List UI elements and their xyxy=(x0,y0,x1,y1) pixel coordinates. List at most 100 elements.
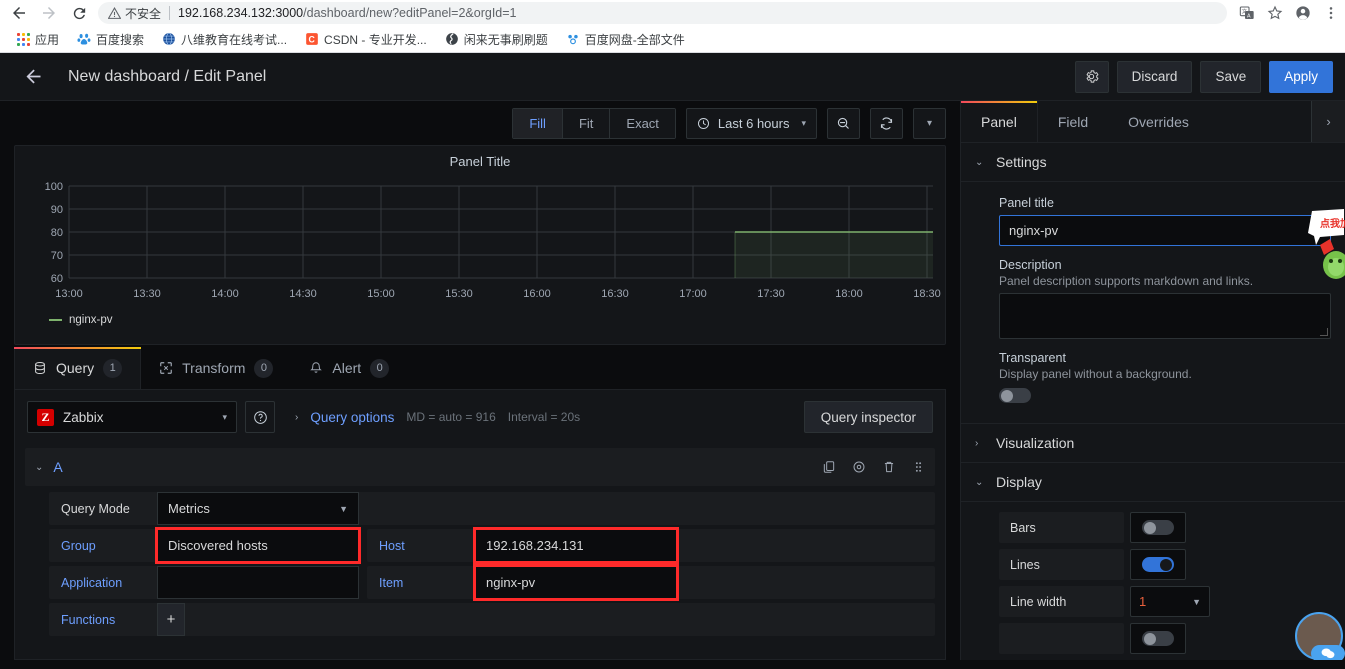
bookmark-apps[interactable]: 应用 xyxy=(8,28,68,50)
group-input[interactable]: Discovered hosts xyxy=(155,527,361,564)
tab-overrides[interactable]: Overrides xyxy=(1108,101,1209,142)
line-width-value: 1 xyxy=(1139,594,1147,609)
legend-series-name[interactable]: nginx-pv xyxy=(69,314,112,326)
line-width-select[interactable]: 1 ▼ xyxy=(1130,586,1210,617)
panel-settings-button[interactable] xyxy=(1074,60,1109,93)
panel-preview-title: Panel Title xyxy=(449,154,511,169)
query-options-row[interactable]: › Query options MD = auto = 916 Interval… xyxy=(285,401,796,433)
settings-body: Panel title nginx-pv Description Panel d… xyxy=(961,182,1345,409)
star-icon[interactable] xyxy=(1267,5,1283,21)
panel-title-input[interactable]: nginx-pv xyxy=(999,215,1331,246)
next-toggle[interactable] xyxy=(1142,631,1174,646)
question-circle-icon xyxy=(253,410,267,424)
transform-icon xyxy=(160,362,172,374)
discard-button[interactable]: Discard xyxy=(1116,60,1193,93)
description-textarea[interactable] xyxy=(999,293,1331,339)
apply-button[interactable]: Apply xyxy=(1269,60,1333,93)
avatar-badge[interactable] xyxy=(1311,645,1345,660)
bars-toggle[interactable] xyxy=(1142,520,1174,535)
section-title: Visualization xyxy=(996,435,1075,451)
globe-icon xyxy=(163,32,175,46)
trash-icon[interactable] xyxy=(882,460,896,474)
transparent-toggle[interactable] xyxy=(999,388,1031,403)
zoom-out-button[interactable] xyxy=(827,107,860,139)
tab-field[interactable]: Field xyxy=(1038,101,1108,142)
page-title: New dashboard / Edit Panel xyxy=(68,67,267,85)
host-input[interactable]: 192.168.234.131 xyxy=(473,527,679,564)
toggle-knob xyxy=(1144,521,1156,534)
tab-panel[interactable]: Panel xyxy=(961,101,1038,142)
browser-forward-button[interactable] xyxy=(34,1,64,25)
application-input[interactable] xyxy=(157,566,359,599)
panel-chart: 100 90 80 70 60 13:00 13:30 14:00 14:30 xyxy=(25,178,941,308)
forward-arrow-icon xyxy=(43,7,55,19)
omnibox[interactable]: 不安全 192.168.234.132:3000/dashboard/new?e… xyxy=(98,2,1227,24)
kebab-menu-icon[interactable] xyxy=(1323,5,1339,21)
security-warning-text: 不安全 xyxy=(125,6,162,21)
options-scroll-area[interactable]: ⌄ Settings Panel title nginx-pv Descript… xyxy=(961,143,1345,660)
query-editor-area: Z Zabbix ▾ › Query options MD = auto = 9… xyxy=(14,389,946,660)
time-range-label: Last 6 hours xyxy=(717,115,790,131)
datasource-help-button[interactable] xyxy=(245,401,275,433)
display-label-lines: Lines xyxy=(999,549,1124,580)
viz-toolbar: Fill Fit Exact Last 6 hours ▾ ▾ xyxy=(0,101,960,145)
chart-legend: nginx-pv xyxy=(25,314,935,326)
bookmark-xianlai[interactable]: 闲来无事刷刷题 xyxy=(436,28,557,50)
tab-count-badge: 0 xyxy=(370,358,390,378)
section-visualization-header[interactable]: › Visualization xyxy=(961,423,1345,463)
bars-toggle-wrap[interactable] xyxy=(1130,512,1186,543)
bookmark-bawei-exam[interactable]: 八维教育在线考试... xyxy=(153,28,296,50)
editor-row-functions: Functions + xyxy=(49,603,935,636)
section-display-header[interactable]: ⌄ Display xyxy=(961,463,1345,502)
edit-panel-header: New dashboard / Edit Panel Discard Save … xyxy=(0,53,1345,101)
bookmark-csdn[interactable]: C CSDN - 专业开发... xyxy=(296,28,436,50)
zabbix-query-editor: Query Mode Metrics ▼ Group Discovered ho… xyxy=(15,486,945,636)
refresh-icon xyxy=(880,116,893,130)
back-to-dashboard-button[interactable] xyxy=(16,60,50,94)
duplicate-icon[interactable] xyxy=(822,460,836,474)
svg-text:17:30: 17:30 xyxy=(757,288,785,300)
bookmark-baidu-pan[interactable]: 百度网盘-全部文件 xyxy=(557,28,694,50)
next-toggle-wrap[interactable] xyxy=(1130,623,1186,654)
chevron-down-icon: ▾ xyxy=(222,411,227,422)
item-input[interactable]: nginx-pv xyxy=(473,564,679,601)
grafana-app: New dashboard / Edit Panel Discard Save … xyxy=(0,53,1345,660)
refresh-interval-dropdown[interactable]: ▾ xyxy=(913,107,946,139)
datasource-picker[interactable]: Z Zabbix ▾ xyxy=(27,401,237,433)
security-indicator[interactable]: 不安全 xyxy=(108,5,161,22)
tab-transform[interactable]: Transform 0 xyxy=(141,347,291,389)
refresh-button[interactable] xyxy=(870,107,903,139)
size-mode-fill[interactable]: Fill xyxy=(513,108,563,138)
hide-eye-icon[interactable] xyxy=(852,460,866,474)
lines-toggle-wrap[interactable] xyxy=(1130,549,1186,580)
display-label-next xyxy=(999,623,1124,654)
tab-query[interactable]: Query 1 xyxy=(14,347,142,389)
profile-icon[interactable] xyxy=(1295,5,1311,21)
bookmark-baidu-search[interactable]: 百度搜索 xyxy=(68,28,153,50)
size-mode-exact[interactable]: Exact xyxy=(610,108,675,138)
size-mode-fit[interactable]: Fit xyxy=(562,108,611,138)
tab-alert[interactable]: Alert 0 xyxy=(291,347,407,389)
query-inspector-button[interactable]: Query inspector xyxy=(803,401,933,433)
section-settings-header[interactable]: ⌄ Settings xyxy=(961,143,1345,182)
drag-handle-icon[interactable] xyxy=(912,460,925,474)
expand-options-button[interactable]: › xyxy=(1311,101,1345,142)
query-row-actions xyxy=(822,460,925,474)
toggle-knob xyxy=(1160,558,1172,571)
chevron-down-icon[interactable]: ⌄ xyxy=(35,462,43,473)
save-button[interactable]: Save xyxy=(1200,60,1262,93)
translate-icon[interactable]: 文A xyxy=(1239,5,1255,21)
time-range-picker[interactable]: Last 6 hours ▾ xyxy=(685,107,817,139)
add-function-button[interactable]: + xyxy=(157,603,185,636)
svg-text:14:00: 14:00 xyxy=(211,288,239,300)
query-mode-value: Metrics xyxy=(168,501,210,516)
chevron-down-icon: ▾ xyxy=(801,117,806,128)
baidu-icon xyxy=(77,33,91,45)
section-title: Settings xyxy=(996,154,1047,170)
browser-reload-button[interactable] xyxy=(64,1,94,25)
query-mode-select[interactable]: Metrics ▼ xyxy=(157,492,359,525)
browser-back-button[interactable] xyxy=(4,1,34,25)
lines-toggle[interactable] xyxy=(1142,557,1174,572)
svg-text:100: 100 xyxy=(45,181,63,193)
